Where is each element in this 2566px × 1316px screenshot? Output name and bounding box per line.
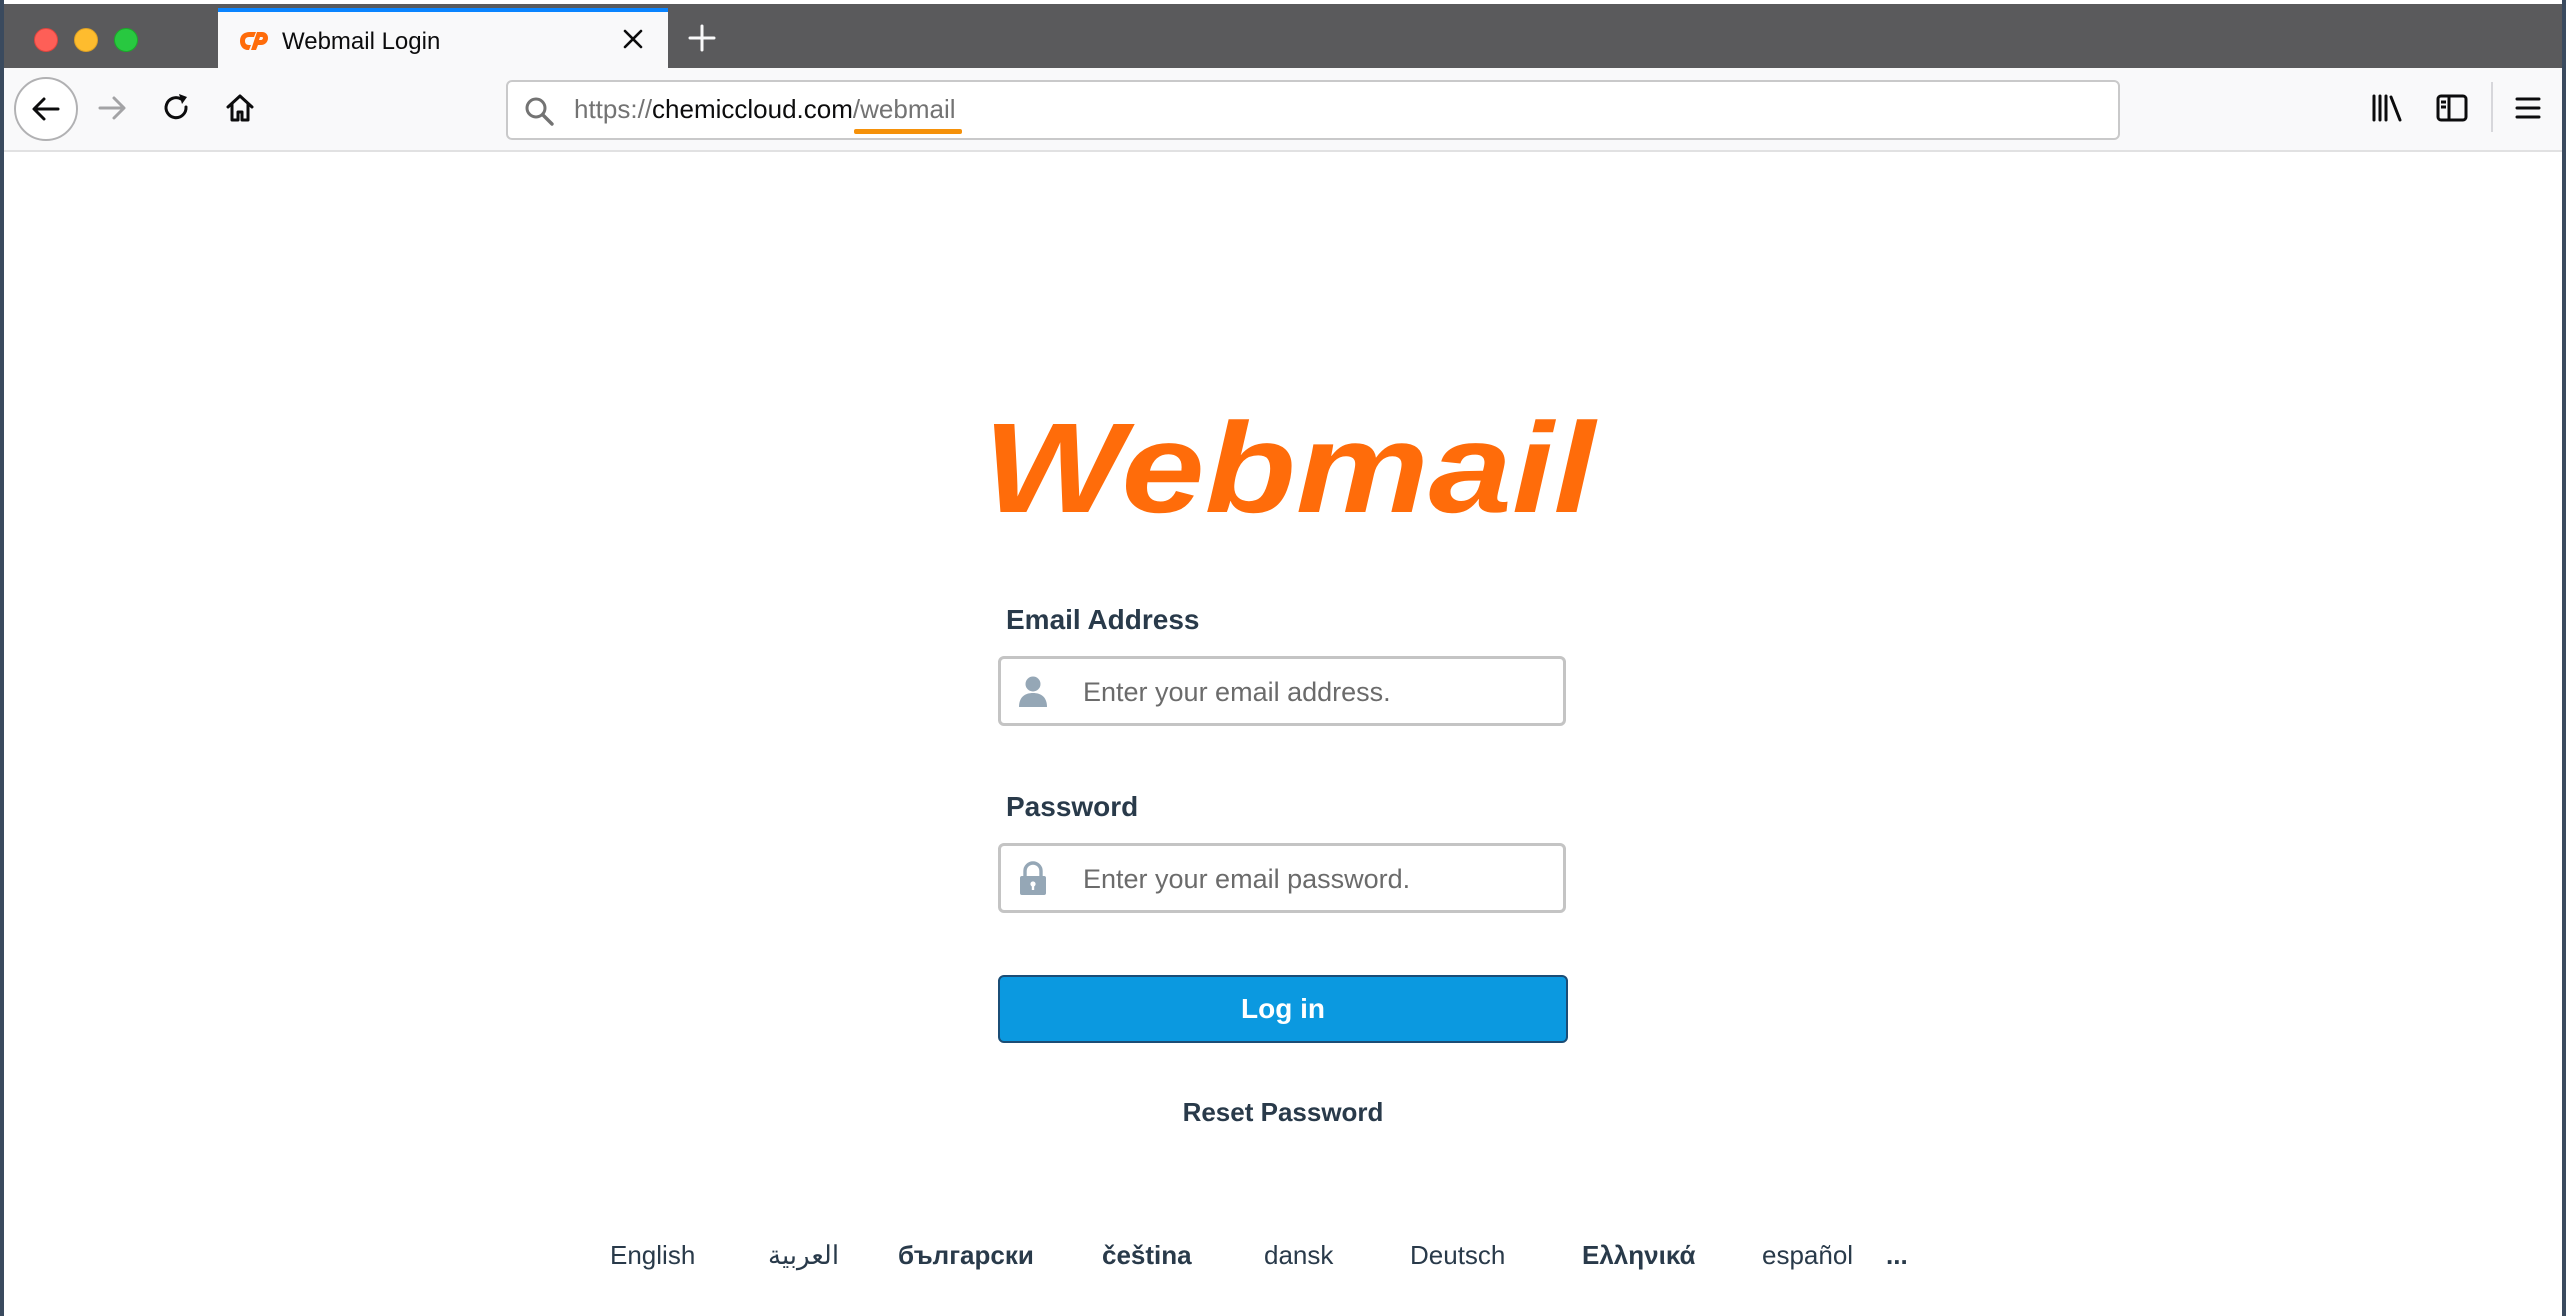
search-icon xyxy=(525,97,554,126)
more-languages-button[interactable]: ... xyxy=(1886,1240,1908,1271)
language-option[interactable]: español xyxy=(1762,1240,1853,1271)
password-label: Password xyxy=(1006,791,1139,822)
url-scheme: https:// xyxy=(574,94,653,124)
webmail-logo: Webmail xyxy=(983,412,1598,534)
language-option[interactable]: English xyxy=(610,1240,695,1271)
forward-button[interactable] xyxy=(92,88,132,128)
password-input[interactable] xyxy=(1081,846,1545,912)
window-frame-left xyxy=(0,0,4,1316)
menu-button[interactable] xyxy=(2508,88,2548,128)
fullscreen-window-button[interactable] xyxy=(114,28,138,52)
tab-webmail-login[interactable]: Webmail Login xyxy=(218,8,668,72)
email-field[interactable] xyxy=(998,656,1566,726)
language-option[interactable]: български xyxy=(898,1240,1034,1271)
home-button[interactable] xyxy=(220,88,260,128)
tab-title: Webmail Login xyxy=(282,28,441,55)
email-label: Email Address xyxy=(1006,604,1200,635)
lock-icon xyxy=(1020,861,1046,895)
arrow-left-icon xyxy=(32,97,60,121)
password-field[interactable] xyxy=(998,843,1566,913)
user-icon xyxy=(1019,676,1047,707)
login-button[interactable]: Log in xyxy=(998,975,1568,1043)
language-bar: English العربية български čeština dansk … xyxy=(580,1240,2000,1280)
library-icon xyxy=(2372,94,2402,122)
tab-strip: Webmail Login xyxy=(4,4,2562,72)
home-icon xyxy=(226,94,254,122)
address-bar[interactable]: https://chemiccloud.com/webmail xyxy=(506,80,2120,140)
arrow-right-icon xyxy=(98,96,126,120)
language-option[interactable]: العربية xyxy=(768,1240,839,1271)
logo-text: Webmail xyxy=(983,412,1598,534)
url-text[interactable]: https://chemiccloud.com/webmail xyxy=(574,94,956,125)
language-option[interactable]: Deutsch xyxy=(1410,1240,1505,1271)
tab-active-indicator xyxy=(218,8,668,12)
window-frame-right xyxy=(2562,0,2566,1316)
hamburger-menu-icon xyxy=(2515,97,2541,119)
new-tab-icon[interactable] xyxy=(684,20,720,56)
reset-password-link[interactable]: Reset Password xyxy=(1100,1097,1466,1128)
close-tab-icon[interactable] xyxy=(618,24,648,54)
sidebar-icon xyxy=(2436,94,2468,122)
email-input[interactable] xyxy=(1081,659,1545,725)
close-window-button[interactable] xyxy=(34,28,58,52)
language-option[interactable]: Ελληνικά xyxy=(1582,1240,1695,1271)
minimize-window-button[interactable] xyxy=(74,28,98,52)
url-path: webmail xyxy=(860,94,956,124)
cpanel-favicon-icon xyxy=(240,32,268,50)
sidebar-button[interactable] xyxy=(2432,88,2472,128)
url-host: chemiccloud.com xyxy=(652,94,853,124)
reload-icon xyxy=(164,94,188,120)
toolbar-separator xyxy=(2491,82,2493,132)
library-button[interactable] xyxy=(2368,88,2408,128)
reload-button[interactable] xyxy=(156,88,196,128)
language-option[interactable]: dansk xyxy=(1264,1240,1333,1271)
language-option[interactable]: čeština xyxy=(1102,1240,1192,1271)
back-button[interactable] xyxy=(14,77,78,141)
navigation-toolbar: https://chemiccloud.com/webmail xyxy=(4,68,2562,152)
